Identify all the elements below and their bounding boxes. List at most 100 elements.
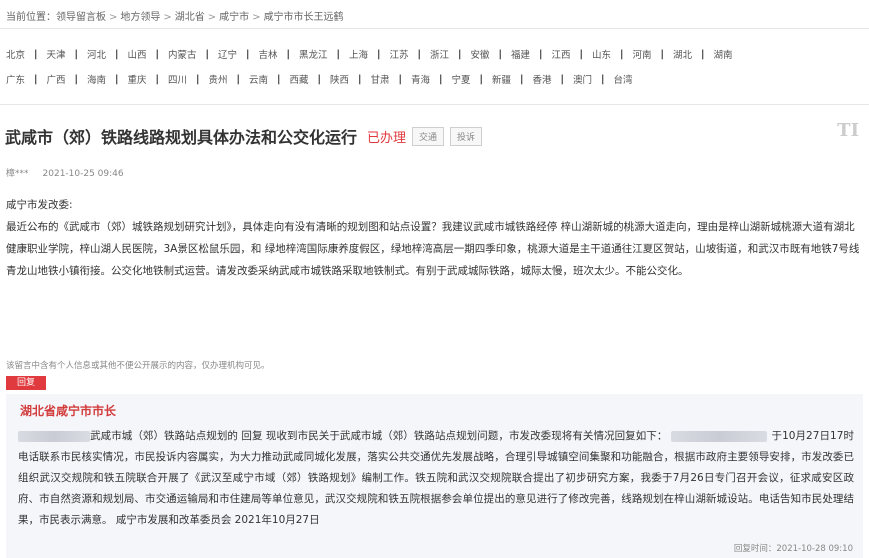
region-separator: |: [601, 73, 605, 85]
divider: [0, 28, 869, 29]
region-link[interactable]: 山东: [592, 47, 611, 61]
breadcrumb-item[interactable]: 地方领导: [120, 12, 160, 23]
breadcrumb-separator: >: [252, 12, 261, 23]
region-link[interactable]: 香港: [533, 72, 552, 86]
region-separator: |: [286, 48, 290, 60]
region-separator: |: [74, 48, 78, 60]
region-separator: |: [317, 73, 321, 85]
region-link[interactable]: 贵州: [209, 72, 228, 86]
message-text: 最近公布的《武咸市（郊）城铁路规划研究计划》，具体走向有没有清晰的规划图和站点设…: [6, 221, 860, 277]
reply-text: 武咸市城（郊）铁路站点规划的 回复 现收到市民关于武咸市城（郊）铁路站点规划问题…: [18, 426, 854, 531]
region-separator: |: [660, 48, 664, 60]
status-badge: 已办理: [367, 130, 407, 146]
breadcrumb-separator: >: [207, 12, 217, 23]
page-title: 武咸市（郊）铁路线路规划具体办法和公交化运行: [5, 128, 358, 147]
region-link[interactable]: 河北: [87, 47, 106, 61]
category-button[interactable]: 交通: [412, 126, 445, 146]
region-link[interactable]: 重庆: [128, 72, 147, 86]
region-separator: |: [336, 48, 340, 60]
region-separator: |: [620, 48, 624, 60]
region-link[interactable]: 澳门: [573, 72, 592, 86]
region-separator: |: [34, 48, 38, 60]
region-link[interactable]: 青海: [411, 72, 430, 86]
region-nav: 北京 | 天津 | 河北 | 山西 | 内蒙古 | 辽宁 | 吉林 | 黑龙江 | 上海 | 江苏 | 浙江 | 安徽 | 福建…: [6, 48, 864, 98]
region-row: 北京 | 天津 | 河北 | 山西 | 内蒙古 | 辽宁 | 吉林 | 黑龙江 | 上海 | 江苏 | 浙江 | 安徽 | 福建…: [6, 47, 864, 62]
breadcrumb-item[interactable]: 领导留言板: [56, 12, 106, 23]
region-separator: |: [74, 73, 78, 85]
region-link[interactable]: 甘肃: [371, 72, 390, 86]
region-link[interactable]: 江苏: [390, 47, 409, 61]
region-separator: |: [579, 48, 583, 60]
region-link[interactable]: 新疆: [492, 72, 511, 86]
region-link[interactable]: 黑龙江: [299, 47, 328, 61]
post-time: 2021-10-25 09:46: [42, 169, 124, 179]
reply-text-part: 武咸市城（郊）铁路站点规划的 回复 现收到市民关于武咸市城（郊）铁路站点规划问题…: [90, 430, 668, 442]
region-link[interactable]: 四川: [168, 72, 187, 86]
region-separator: |: [398, 73, 402, 85]
region-separator: |: [155, 73, 159, 85]
breadcrumb-separator: >: [163, 12, 172, 23]
breadcrumb-prefix: 当前位置：: [6, 12, 56, 23]
region-link[interactable]: 陕西: [330, 72, 349, 86]
region-link[interactable]: 宁夏: [452, 72, 471, 86]
region-link[interactable]: 云南: [249, 72, 268, 86]
region-separator: |: [520, 73, 524, 85]
region-separator: |: [539, 48, 543, 60]
region-link[interactable]: 河南: [633, 47, 652, 61]
region-link[interactable]: 湖北: [673, 47, 692, 61]
region-separator: |: [205, 48, 209, 60]
region-separator: |: [701, 48, 705, 60]
region-separator: |: [560, 73, 564, 85]
breadcrumb-item[interactable]: 咸宁市市长王远鹤: [264, 12, 344, 23]
region-link[interactable]: 吉林: [259, 47, 278, 61]
region-link[interactable]: 湖南: [714, 47, 733, 61]
redacted-block: [18, 430, 90, 442]
region-separator: |: [196, 73, 200, 85]
reply-tag: 回复: [6, 376, 46, 390]
region-separator: |: [458, 48, 462, 60]
region-separator: |: [417, 48, 421, 60]
reply-author: 湖北省咸宁市市长: [20, 404, 117, 418]
region-row: 广东 | 广西 | 海南 | 重庆 | 四川 | 贵州 | 云南 | 西藏 | 陕西 | 甘肃 | 青海 | 宁夏 | 新疆 | 香…: [6, 72, 864, 87]
author: 樟***: [6, 169, 29, 179]
region-link[interactable]: 上海: [349, 47, 368, 61]
region-separator: |: [377, 48, 381, 60]
region-separator: |: [498, 48, 502, 60]
message-body: 咸宁市发改委: 最近公布的《武咸市（郊）城铁路规划研究计划》，具体走向有没有清晰…: [6, 194, 864, 282]
region-separator: |: [479, 73, 483, 85]
region-separator: |: [246, 48, 250, 60]
region-link[interactable]: 辽宁: [218, 47, 237, 61]
region-link[interactable]: 山西: [128, 47, 147, 61]
region-separator: |: [236, 73, 240, 85]
reply-time: 回复时间：2021-10-28 09:10: [733, 544, 853, 554]
region-link[interactable]: 浙江: [430, 47, 449, 61]
region-separator: |: [34, 73, 38, 85]
region-link[interactable]: 安徽: [471, 47, 490, 61]
region-link[interactable]: 江西: [552, 47, 571, 61]
breadcrumb-item[interactable]: 咸宁市: [219, 12, 249, 23]
region-link[interactable]: 内蒙古: [168, 47, 197, 61]
divider: [0, 104, 869, 105]
region-link[interactable]: 广西: [47, 72, 66, 86]
breadcrumb-separator: >: [109, 12, 118, 23]
message-greeting: 咸宁市发改委:: [6, 199, 73, 211]
region-link[interactable]: 台湾: [614, 72, 633, 86]
complain-button[interactable]: 投诉: [450, 126, 483, 146]
region-link[interactable]: 西藏: [290, 72, 309, 86]
region-link[interactable]: 天津: [47, 47, 66, 61]
redacted-block: [671, 430, 768, 442]
region-link[interactable]: 福建: [511, 47, 530, 61]
breadcrumb-item[interactable]: 湖北省: [175, 12, 205, 23]
region-separator: |: [277, 73, 281, 85]
reply-text-part: 于10月27日17时电话联系市民核实情况，市民投诉内容属实，为大力推动武咸同城化…: [18, 430, 854, 526]
breadcrumb: 当前位置：领导留言板 > 地方领导 > 湖北省 > 咸宁市 > 咸宁市市长王远鹤: [6, 8, 344, 23]
region-separator: |: [115, 48, 119, 60]
reply-box: 湖北省咸宁市市长 武咸市城（郊）铁路站点规划的 回复 现收到市民关于武咸市城（郊…: [6, 394, 863, 558]
region-link[interactable]: 北京: [6, 47, 25, 61]
privacy-notice: 该留言中含有个人信息或其他不便公开展示的内容，仅办理机构可见。: [6, 361, 270, 371]
region-separator: |: [439, 73, 443, 85]
font-size-toggle-icon[interactable]: TI: [837, 120, 859, 141]
region-link[interactable]: 海南: [87, 72, 106, 86]
region-separator: |: [115, 73, 119, 85]
region-link[interactable]: 广东: [6, 72, 25, 86]
